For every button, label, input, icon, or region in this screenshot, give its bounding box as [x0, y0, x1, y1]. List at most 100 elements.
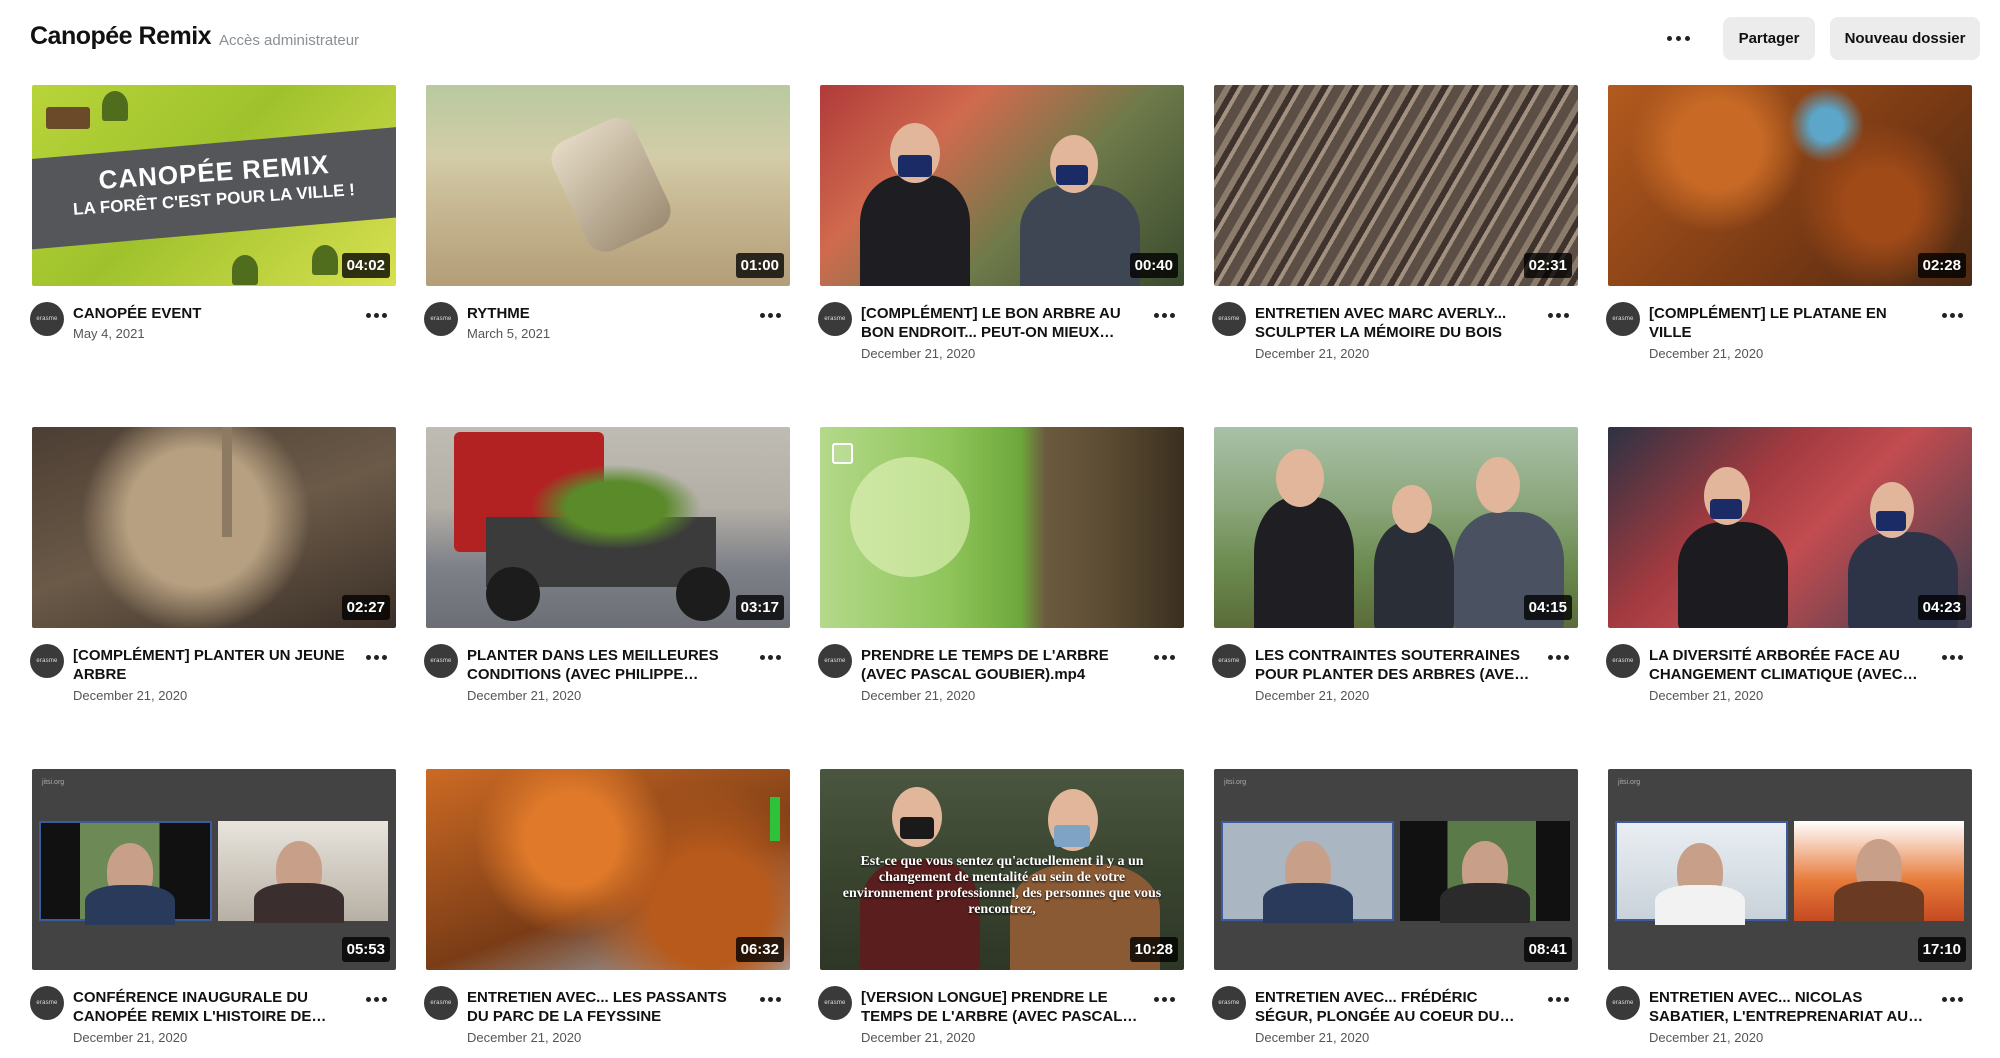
- top-bar: Canopée Remix Accès administrateur Parta…: [0, 0, 2000, 78]
- person-head: [1392, 485, 1432, 533]
- video-thumbnail[interactable]: jitsi.org 05:53: [32, 769, 396, 970]
- tree-stump-image: [544, 111, 678, 259]
- card-more-icon[interactable]: [1544, 306, 1572, 324]
- video-title[interactable]: ENTRETIEN AVEC... LES PASSANTS DU PARC D…: [467, 988, 747, 1026]
- video-title[interactable]: ENTRETIEN AVEC MARC AVERLY... SCULPTER L…: [1255, 304, 1535, 342]
- video-date: December 21, 2020: [1255, 346, 1370, 361]
- video-thumbnail[interactable]: Est-ce que vous sentez qu'actuellement i…: [820, 769, 1184, 970]
- video-card: 01:00 erasme RYTHME March 5, 2021: [424, 85, 790, 357]
- tree-illustration: [312, 245, 338, 275]
- card-more-icon[interactable]: [756, 306, 784, 324]
- avatar: erasme: [1606, 644, 1640, 678]
- duration-badge: 04:23: [1917, 595, 1966, 620]
- avatar: erasme: [30, 302, 64, 336]
- video-title[interactable]: PRENDRE LE TEMPS DE L'ARBRE (AVEC PASCAL…: [861, 646, 1141, 684]
- face-mask: [1710, 499, 1742, 519]
- participant-video: [39, 821, 212, 925]
- jitsi-watermark: jitsi.org: [1224, 779, 1247, 786]
- participant-body: [85, 885, 175, 925]
- card-more-icon[interactable]: [1938, 306, 1966, 324]
- face-mask: [1054, 825, 1090, 847]
- video-card: CANOPÉE REMIX LA FORÊT C'EST POUR LA VIL…: [30, 85, 396, 357]
- select-checkbox[interactable]: [832, 443, 853, 464]
- avatar: erasme: [818, 302, 852, 336]
- new-folder-button[interactable]: Nouveau dossier: [1830, 17, 1980, 60]
- video-thumbnail[interactable]: jitsi.org 17:10: [1608, 769, 1972, 970]
- video-card: jitsi.org 08:41 erasme ENTRETIEN AVEC...…: [1212, 769, 1578, 1045]
- wheel-image: [676, 567, 730, 621]
- video-title[interactable]: [VERSION LONGUE] PRENDRE LE TEMPS DE L'A…: [861, 988, 1141, 1026]
- avatar: erasme: [30, 644, 64, 678]
- card-more-icon[interactable]: [362, 306, 390, 324]
- participant-body: [1440, 883, 1530, 923]
- card-more-icon[interactable]: [1544, 990, 1572, 1008]
- video-title[interactable]: RYTHME: [467, 304, 747, 323]
- video-date: December 21, 2020: [467, 1030, 582, 1045]
- video-title[interactable]: [COMPLÉMENT] LE BON ARBRE AU BON ENDROIT…: [861, 304, 1141, 342]
- video-thumbnail[interactable]: 02:31: [1214, 85, 1578, 286]
- video-thumbnail[interactable]: CANOPÉE REMIX LA FORÊT C'EST POUR LA VIL…: [32, 85, 396, 286]
- video-thumbnail[interactable]: 04:23: [1608, 427, 1972, 628]
- video-date: May 4, 2021: [73, 326, 145, 341]
- card-more-icon[interactable]: [1150, 306, 1178, 324]
- person-head: [1276, 449, 1324, 507]
- video-title[interactable]: LES CONTRAINTES SOUTERRAINES POUR PLANTE…: [1255, 646, 1535, 684]
- video-thumbnail[interactable]: [820, 427, 1184, 628]
- video-thumbnail[interactable]: 00:40: [820, 85, 1184, 286]
- video-thumbnail[interactable]: 03:17: [426, 427, 790, 628]
- card-more-icon[interactable]: [1544, 648, 1572, 666]
- video-date: December 21, 2020: [861, 346, 976, 361]
- video-title[interactable]: PLANTER DANS LES MEILLEURES CONDITIONS (…: [467, 646, 747, 684]
- video-thumbnail[interactable]: 04:15: [1214, 427, 1578, 628]
- video-thumbnail[interactable]: 02:27: [32, 427, 396, 628]
- card-more-icon[interactable]: [1938, 990, 1966, 1008]
- video-thumbnail[interactable]: 01:00: [426, 85, 790, 286]
- video-card: 04:15 erasme LES CONTRAINTES SOUTERRAINE…: [1212, 427, 1578, 703]
- avatar: erasme: [818, 986, 852, 1020]
- video-card: 03:17 erasme PLANTER DANS LES MEILLEURES…: [424, 427, 790, 703]
- card-more-icon[interactable]: [1938, 648, 1966, 666]
- avatar: erasme: [1212, 644, 1246, 678]
- person-head: [1476, 457, 1520, 513]
- participant-body: [254, 883, 344, 923]
- video-title[interactable]: [COMPLÉMENT] LE PLATANE EN VILLE: [1649, 304, 1929, 342]
- card-more-icon[interactable]: [756, 648, 784, 666]
- video-title[interactable]: LA DIVERSITÉ ARBORÉE FACE AU CHANGEMENT …: [1649, 646, 1929, 684]
- avatar: erasme: [1606, 986, 1640, 1020]
- share-button[interactable]: Partager: [1723, 17, 1815, 60]
- card-more-icon[interactable]: [756, 990, 784, 1008]
- avatar: erasme: [424, 302, 458, 336]
- video-thumbnail[interactable]: jitsi.org 08:41: [1214, 769, 1578, 970]
- video-title[interactable]: ENTRETIEN AVEC... FRÉDÉRIC SÉGUR, PLONGÉ…: [1255, 988, 1535, 1026]
- card-more-icon[interactable]: [1150, 648, 1178, 666]
- duration-badge: 04:15: [1523, 595, 1572, 620]
- duration-badge: 00:40: [1129, 253, 1178, 278]
- duration-badge: 17:10: [1917, 937, 1966, 962]
- video-date: December 21, 2020: [1255, 1030, 1370, 1045]
- video-title[interactable]: CONFÉRENCE INAUGURALE DU CANOPÉE REMIX L…: [73, 988, 353, 1026]
- avatar: erasme: [1606, 302, 1640, 336]
- card-more-icon[interactable]: [1150, 990, 1178, 1008]
- video-date: December 21, 2020: [1649, 346, 1764, 361]
- video-thumbnail[interactable]: 06:32: [426, 769, 790, 970]
- person-image: [860, 175, 970, 286]
- more-options-icon[interactable]: [1660, 22, 1696, 54]
- video-title[interactable]: CANOPÉE EVENT: [73, 304, 353, 323]
- subtitle-caption: Est-ce que vous sentez qu'actuellement i…: [842, 854, 1162, 917]
- wheel-image: [486, 567, 540, 621]
- video-date: December 21, 2020: [861, 688, 976, 703]
- participant-video: [1400, 821, 1570, 923]
- video-card: 04:23 erasme LA DIVERSITÉ ARBORÉE FACE A…: [1606, 427, 1972, 703]
- audio-level-indicator: [770, 797, 780, 841]
- bench-illustration: [46, 107, 90, 129]
- card-more-icon[interactable]: [362, 990, 390, 1008]
- video-date: December 21, 2020: [1649, 1030, 1764, 1045]
- video-card: jitsi.org 17:10 erasme ENTRETIEN AVEC...…: [1606, 769, 1972, 1045]
- face-mask: [898, 155, 932, 177]
- jitsi-watermark: jitsi.org: [1618, 779, 1641, 786]
- video-date: December 21, 2020: [861, 1030, 976, 1045]
- video-title[interactable]: ENTRETIEN AVEC... NICOLAS SABATIER, L'EN…: [1649, 988, 1929, 1026]
- video-title[interactable]: [COMPLÉMENT] PLANTER UN JEUNE ARBRE: [73, 646, 353, 684]
- card-more-icon[interactable]: [362, 648, 390, 666]
- video-thumbnail[interactable]: 02:28: [1608, 85, 1972, 286]
